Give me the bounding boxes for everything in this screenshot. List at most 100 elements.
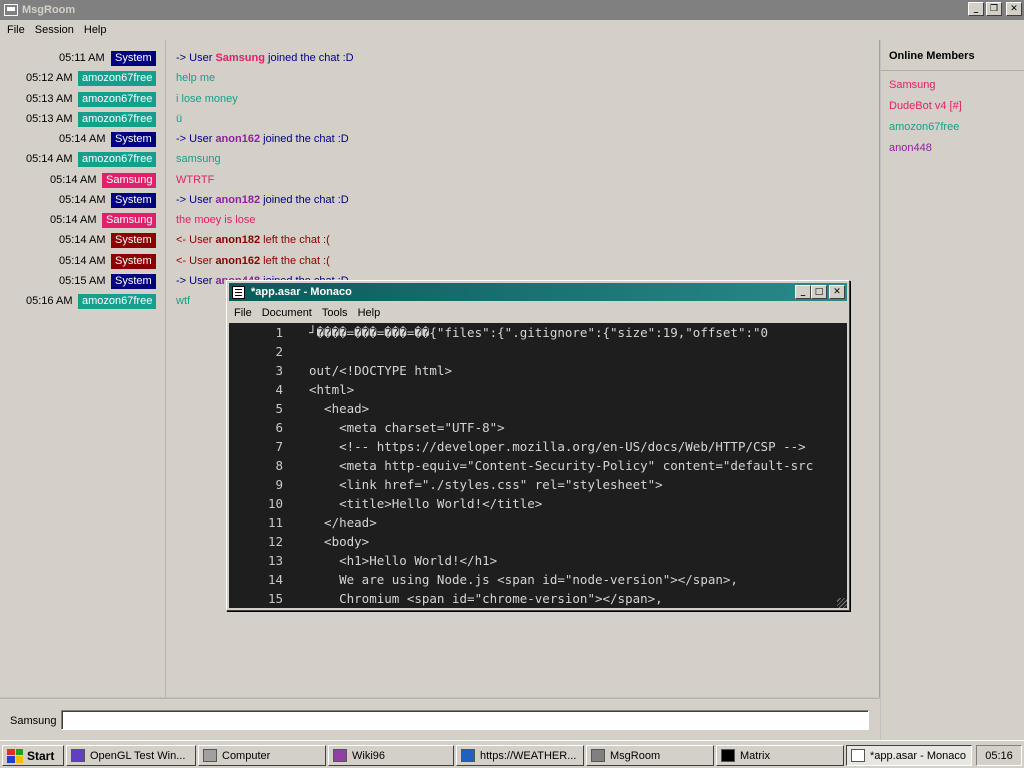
line-code: <head> <box>309 401 370 416</box>
taskbar-button-label: Wiki96 <box>352 749 386 762</box>
editor-maximize-button[interactable]: □ <box>811 285 827 299</box>
taskbar-button[interactable]: Wiki96 <box>328 745 454 766</box>
message-input[interactable] <box>61 710 869 730</box>
code-line: 3 out/<!DOCTYPE html> <box>229 361 847 380</box>
taskbar-button[interactable]: https://WEATHER... <box>456 745 584 766</box>
online-members-panel: Online Members Samsung DudeBot v4 [#] amoz… <box>881 40 1024 740</box>
code-line: 13 <h1>Hello World!</h1> <box>229 551 847 570</box>
chat-timestamp: 05:11 AM <box>59 52 105 64</box>
chat-username-badge[interactable]: System <box>111 233 156 249</box>
taskbar-button[interactable]: *app.asar - Monaco <box>846 745 972 766</box>
taskbar-app-icon <box>591 749 605 762</box>
line-number: 4 <box>275 382 283 397</box>
member-item[interactable]: amozon67free <box>889 121 959 133</box>
chat-username-badge[interactable]: amozon67free <box>78 294 157 309</box>
chat-mentioned-user[interactable]: anon182 <box>215 234 260 246</box>
chat-username-badge[interactable]: amozon67free <box>78 111 157 127</box>
line-number: 7 <box>275 439 283 454</box>
chat-username-badge[interactable]: System <box>111 132 156 147</box>
taskbar-button[interactable]: MsgRoom <box>586 745 714 766</box>
taskbar-button[interactable]: Matrix <box>716 745 844 766</box>
window-titlebar[interactable]: MsgRoom _ ❐ ✕ <box>0 0 1024 20</box>
code-line: 10 <title>Hello World!</title> <box>229 494 847 513</box>
line-code: <html> <box>309 382 355 397</box>
taskbar: Start OpenGL Test Win... Computer Wiki96 ht… <box>0 740 1024 768</box>
chat-mentioned-user[interactable]: Samsung <box>215 52 265 64</box>
line-code: <link href="./styles.css" rel="styleshee… <box>309 477 663 492</box>
line-code: <meta charset="UTF-8"> <box>309 420 505 435</box>
chat-mentioned-user[interactable]: anon162 <box>215 133 260 145</box>
code-line: 5 <head> <box>229 399 847 418</box>
chat-timestamp: 05:14 AM <box>50 173 97 186</box>
line-number: 15 <box>267 591 283 606</box>
resize-grip[interactable] <box>837 598 847 608</box>
chat-message-text: i lose money <box>176 93 238 105</box>
start-label: Start <box>27 748 55 763</box>
start-button[interactable]: Start <box>2 745 64 766</box>
menu-help[interactable]: Help <box>79 24 112 36</box>
maximize-button[interactable]: ❐ <box>986 2 1002 16</box>
editor-menu-tools[interactable]: Tools <box>317 307 353 319</box>
editor-titlebar[interactable]: *app.asar - Monaco _ □ ✕ <box>229 283 847 301</box>
taskbar-app-icon <box>71 749 85 762</box>
member-item[interactable]: DudeBot v4 [#] <box>889 100 962 112</box>
line-code: out/<!DOCTYPE html> <box>309 363 452 378</box>
taskbar-app-icon <box>203 749 217 762</box>
code-line: 8 <meta http-equiv="Content-Security-Pol… <box>229 456 847 475</box>
taskbar-button-label: *app.asar - Monaco <box>870 749 966 762</box>
chat-text-part: -> User <box>176 193 216 206</box>
editor-menu-help[interactable]: Help <box>353 307 386 319</box>
chat-message-row: amozon67free 05:14 AM samsung <box>0 149 880 169</box>
editor-window[interactable]: *app.asar - Monaco _ □ ✕ File Document T… <box>226 280 850 611</box>
chat-username-badge[interactable]: amozon67free <box>78 91 157 107</box>
taskbar-button-label: Matrix <box>740 749 770 762</box>
chat-timestamp: 05:15 AM <box>59 274 106 287</box>
menu-file[interactable]: File <box>2 24 30 36</box>
line-number: 2 <box>275 344 283 359</box>
chat-username-badge[interactable]: System <box>111 192 156 208</box>
chat-message-row: Samsung 05:14 AM the moey is lose <box>0 210 880 230</box>
code-line: 11 </head> <box>229 513 847 532</box>
chat-message-row: System 05:14 AM <- User anon162 left the c… <box>0 251 880 271</box>
editor-menu-bar: File Document Tools Help <box>229 303 847 323</box>
chat-mentioned-user[interactable]: anon162 <box>215 255 260 267</box>
chat-text-part: samsung <box>176 153 221 166</box>
chat-message-text: -> User anon182 joined the chat :D <box>176 194 349 206</box>
chat-text-part: help me <box>176 72 216 85</box>
line-number: 1 <box>275 325 283 340</box>
menu-session[interactable]: Session <box>30 24 79 36</box>
editor-minimize-button[interactable]: _ <box>795 285 811 299</box>
chat-timestamp: 05:14 AM <box>59 133 106 145</box>
chat-text-part: joined the chat :D <box>264 52 354 64</box>
member-item[interactable]: Samsung <box>889 79 935 91</box>
close-button[interactable]: ✕ <box>1006 2 1022 16</box>
line-number: 6 <box>275 420 283 435</box>
system-tray-clock[interactable]: 05:16 <box>976 745 1022 766</box>
chat-username-badge[interactable]: Samsung <box>102 213 157 228</box>
chat-username-badge[interactable]: System <box>111 253 156 269</box>
chat-username-badge[interactable]: System <box>111 273 156 289</box>
taskbar-button[interactable]: Computer <box>198 745 326 766</box>
chat-username-badge[interactable]: amozon67free <box>78 152 157 168</box>
chat-username-badge[interactable]: amozon67free <box>78 71 157 87</box>
chat-text-part: <- User <box>176 234 216 247</box>
editor-menu-file[interactable]: File <box>229 307 257 319</box>
minimize-button[interactable]: _ <box>968 2 984 16</box>
chat-timestamp: 05:14 AM <box>59 193 106 206</box>
chat-mentioned-user[interactable]: anon182 <box>215 194 260 206</box>
line-code: <title>Hello World!</title> <box>309 496 543 511</box>
chat-message-row: System 05:11 AM -> User Samsung joined the… <box>0 48 880 68</box>
editor-menu-document[interactable]: Document <box>257 307 317 319</box>
taskbar-button[interactable]: OpenGL Test Win... <box>66 745 196 766</box>
editor-close-button[interactable]: ✕ <box>829 285 845 299</box>
chat-username-badge[interactable]: System <box>111 51 156 66</box>
chat-text-part: left the chat :( <box>260 234 330 247</box>
member-item[interactable]: anon448 <box>889 142 932 154</box>
taskbar-button-label: MsgRoom <box>610 749 661 762</box>
chat-username-badge[interactable]: Samsung <box>102 172 157 188</box>
chat-text-part: wtf <box>176 295 191 307</box>
code-editor[interactable]: 1 ┘����=���=���=��{"files":{".gitignore":… <box>229 323 847 608</box>
chat-timestamp: 05:16 AM <box>26 295 73 307</box>
taskbar-app-icon <box>721 749 735 762</box>
code-line: 6 <meta charset="UTF-8"> <box>229 418 847 437</box>
